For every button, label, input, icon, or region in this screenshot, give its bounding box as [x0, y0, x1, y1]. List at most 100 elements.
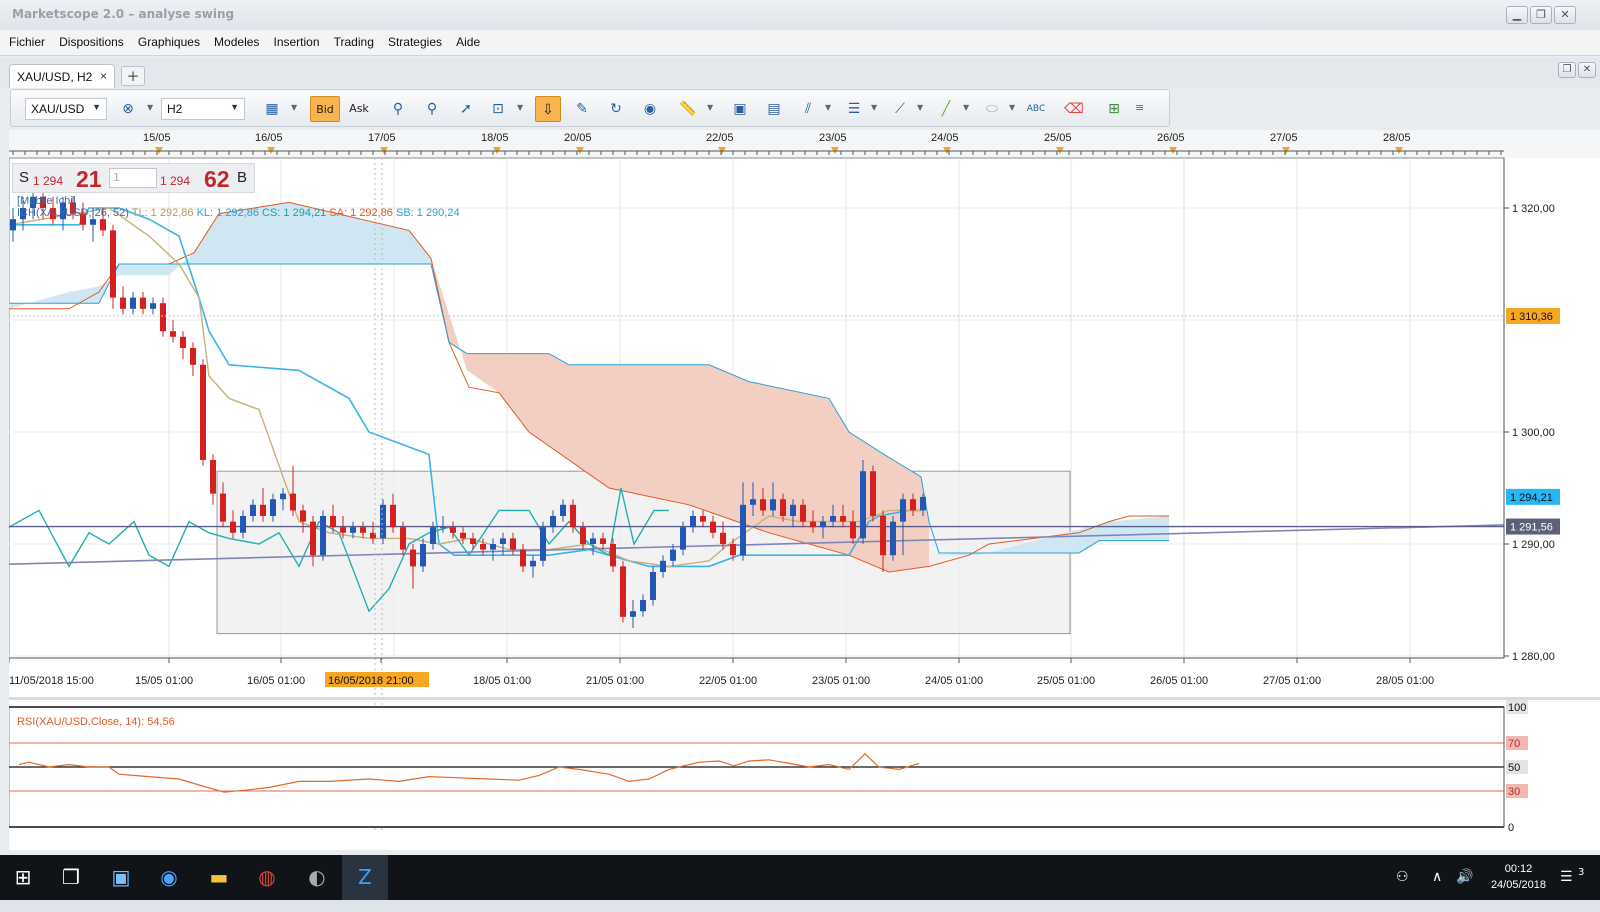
chart-close-button[interactable]: ✕ [1578, 62, 1596, 78]
buy-price-pips[interactable]: 62 [204, 166, 230, 193]
tab-close-icon[interactable]: × [100, 69, 107, 83]
windows-start-icon[interactable]: ⊞ [0, 855, 46, 900]
quote-panel: S 1 294 21 1 1 294 62 B [12, 163, 255, 193]
candle-bear [470, 538, 476, 544]
chrome-icon[interactable]: ◍ [244, 855, 290, 900]
menu-modeles[interactable]: Modeles [214, 35, 259, 49]
chevron-down-icon: ▼ [1009, 103, 1016, 112]
time-axis-label: 27/05 01:00 [1263, 675, 1321, 687]
globe-icon[interactable]: ◐ [294, 855, 340, 900]
chevron-up-icon[interactable]: ∧ [1432, 855, 1442, 900]
ruler-icon[interactable]: 📏 [675, 96, 701, 122]
task-view-icon[interactable]: ❐ [48, 855, 94, 900]
menu-aide[interactable]: Aide [456, 35, 480, 49]
link-icon[interactable]: ⊗ [115, 96, 141, 122]
top-date-label: 26/05 [1157, 132, 1185, 144]
menu-insertion[interactable]: Insertion [274, 35, 320, 49]
people-icon[interactable]: ⚇ [1396, 855, 1409, 900]
refresh-icon[interactable]: ↻ [603, 96, 629, 122]
candle-bull [650, 572, 656, 600]
chart-type-icon[interactable]: ▦ [259, 96, 285, 122]
notification-icon[interactable]: ☰ [1560, 855, 1573, 900]
candle-bear [210, 460, 216, 494]
chart-window-icon[interactable]: ▤ [761, 96, 787, 122]
chart-restore-button[interactable]: ❐ [1558, 62, 1576, 78]
candle-bear [570, 504, 576, 528]
horizontal-lines-icon[interactable]: ☰ [841, 96, 867, 122]
edit-icon[interactable]: ✎ [569, 96, 595, 122]
ellipse-icon[interactable]: ⬭ [979, 96, 1005, 122]
sell-button[interactable]: S [19, 169, 29, 186]
buy-button[interactable]: B [237, 169, 247, 186]
cursor-icon[interactable]: ➚ [453, 96, 479, 122]
quantity-input[interactable]: 1 [109, 168, 157, 188]
time-axis-label: 26/05 01:00 [1150, 675, 1208, 687]
close-window-button[interactable]: ✕ [1554, 6, 1576, 24]
candle-bear [220, 493, 226, 522]
fibonacci-icon[interactable]: ⟋ [887, 96, 913, 122]
price-chart-svg[interactable]: 15/05 16/05 17/05 18/05 20/05 22/05 23/05 24/05… [9, 130, 1600, 850]
buy-price-prefix: 1 294 [160, 174, 191, 188]
menu-trading[interactable]: Trading [334, 35, 374, 49]
autoscroll-icon[interactable]: ⇩ [535, 96, 561, 122]
candle-bear [140, 297, 146, 309]
candle-bear [810, 521, 816, 528]
title-bar: Marketscope 2.0 – analyse swing ▁ ❐ ✕ [0, 0, 1600, 30]
hierarchy-icon[interactable]: ⊞ [1101, 96, 1127, 122]
timeframe-select[interactable]: H2 ▼ [161, 98, 245, 120]
marketscope-icon[interactable]: Z [342, 855, 388, 900]
chevron-down-icon: ▼ [230, 102, 239, 112]
globe-icon[interactable]: ◉ [637, 96, 663, 122]
zoom-out-icon[interactable]: ⚲ [419, 96, 445, 122]
symbol-select[interactable]: XAU/USD ▼ [25, 98, 107, 120]
candle-bear [840, 516, 846, 522]
legend-chikou: CS: 1 294,21 [262, 207, 327, 219]
rsi-axis-label: 0 [1508, 822, 1514, 834]
menu-strategies[interactable]: Strategies [388, 35, 442, 49]
candle-bull [740, 504, 746, 556]
crosshair-date-label: 16/05/2018 21:00 [328, 675, 414, 687]
candle-bear [760, 499, 766, 511]
picture-icon[interactable]: ▣ [727, 96, 753, 122]
candle-bull [670, 549, 676, 561]
line-tools-icon[interactable]: ⫽ [795, 96, 821, 122]
candle-bull [920, 496, 926, 511]
candle-bear [230, 521, 236, 533]
restore-button[interactable]: ❐ [1530, 6, 1552, 24]
candle-bear [720, 532, 726, 544]
candle-bear [400, 527, 406, 550]
add-tab-button[interactable]: + [121, 66, 145, 86]
minimize-button[interactable]: ▁ [1506, 6, 1528, 24]
magnifier-icon[interactable]: ⊡ [485, 96, 511, 122]
menu-graphiques[interactable]: Graphiques [138, 35, 200, 49]
clock-date: 24/05/2018 [1490, 879, 1546, 891]
menu-dispositions[interactable]: Dispositions [59, 35, 124, 49]
tab-chart[interactable]: XAU/USD, H2 × [9, 64, 115, 88]
chevron-down-icon: ▼ [517, 103, 524, 112]
app-icon[interactable]: ▣ [98, 855, 144, 900]
legend-kijun: KL: 1 292,86 [196, 207, 259, 219]
candle-bear [520, 549, 526, 567]
browser-icon[interactable]: ◉ [146, 855, 192, 900]
ask-button[interactable]: Ask [344, 96, 374, 122]
folder-icon[interactable]: ▬ [196, 855, 242, 900]
rsi-axis-label: 50 [1508, 762, 1520, 774]
chevron-down-icon: ▼ [707, 103, 714, 112]
trendline-icon[interactable]: ╱ [933, 96, 959, 122]
clock[interactable]: 00:12 24/05/2018 [1491, 861, 1546, 893]
candle-bear [330, 516, 336, 528]
eraser-icon[interactable]: ⌫ [1061, 96, 1087, 122]
zoom-in-icon[interactable]: ⚲ [385, 96, 411, 122]
volume-icon[interactable]: 🔊 [1456, 855, 1473, 900]
candle-bear [610, 544, 616, 567]
candle-bear [510, 538, 516, 550]
time-axis-label: 16/05 01:00 [247, 675, 305, 687]
more-icon[interactable]: ≡ [1135, 101, 1144, 114]
text-tool-icon[interactable]: ABC [1023, 96, 1049, 122]
chart-area[interactable]: 15/05 16/05 17/05 18/05 20/05 22/05 23/05 24/05… [9, 130, 1600, 850]
sell-price-pips[interactable]: 21 [76, 166, 102, 193]
bid-button[interactable]: Bid [310, 96, 340, 122]
menu-fichier[interactable]: Fichier [9, 35, 45, 49]
tab-bar: XAU/USD, H2 × + ❐ ✕ [0, 58, 1600, 88]
menu-bar: Fichier Dispositions Graphiques Modeles … [0, 30, 1600, 56]
